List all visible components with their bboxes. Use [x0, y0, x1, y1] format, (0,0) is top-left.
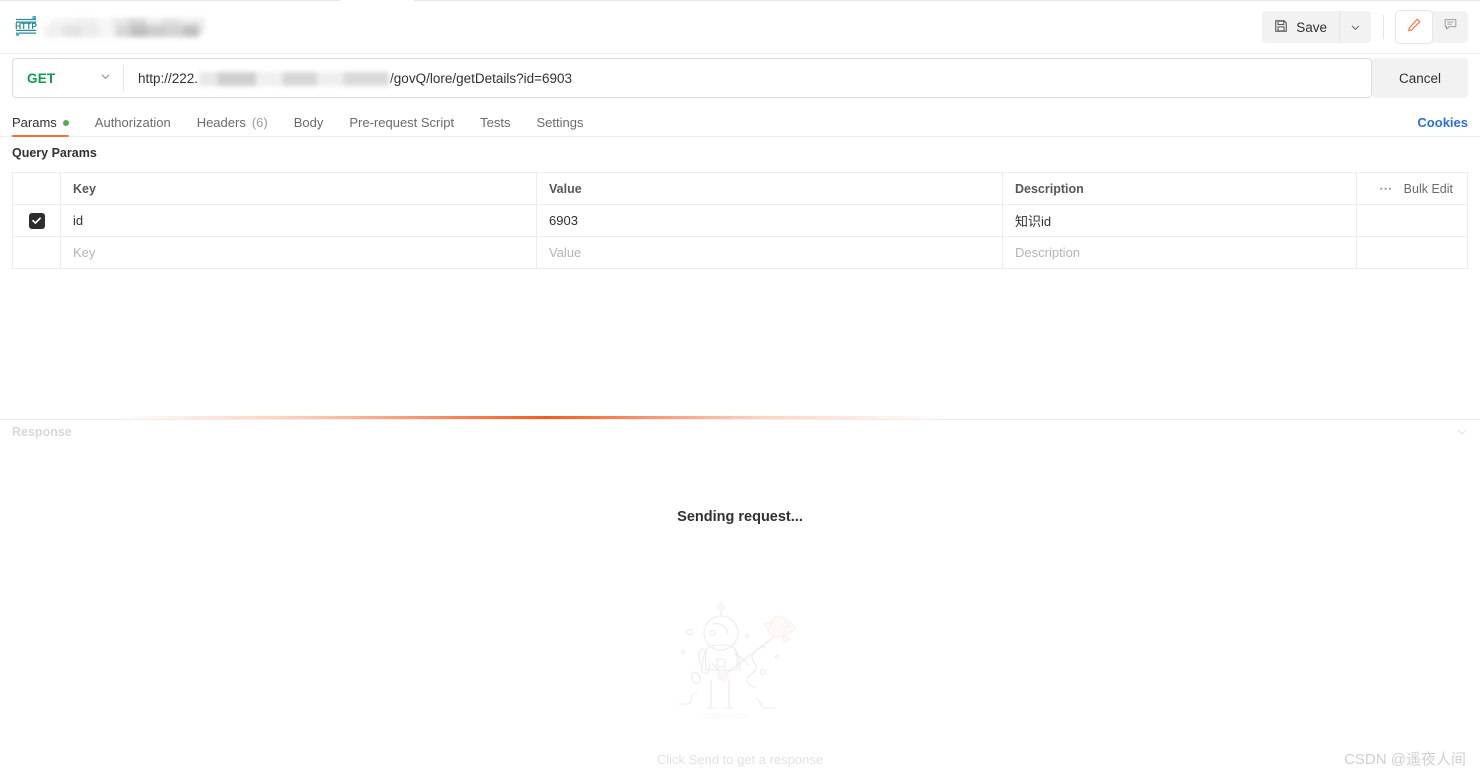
tab-pre-request-script-label: Pre-request Script [349, 115, 454, 130]
chevron-down-icon [1350, 22, 1361, 33]
row-description-input[interactable]: 知识id [1003, 205, 1357, 236]
url-bar: GET http://222. /govQ/lore/getDetails?id=… [12, 58, 1372, 98]
header-divider [1383, 15, 1384, 39]
row-tools-cell [1357, 205, 1467, 236]
save-dropdown-button[interactable] [1339, 11, 1371, 43]
url-redacted-segment [199, 72, 389, 86]
table-row[interactable]: id 6903 知识id [13, 205, 1467, 237]
check-icon [31, 215, 42, 226]
table-header-row: Key Value Description ⋯ Bulk Edit [13, 173, 1467, 205]
request-tabs: Params Authorization Headers (6) Body Pr… [12, 108, 596, 137]
cancel-button-label: Cancel [1399, 71, 1441, 86]
request-subtitle-redacted [44, 25, 199, 37]
tab-settings[interactable]: Settings [523, 108, 596, 137]
view-mode-group [1396, 11, 1468, 43]
tab-body[interactable]: Body [281, 108, 337, 137]
svg-text:HTTP: HTTP [15, 21, 37, 31]
url-prefix: http://222. [138, 71, 198, 86]
csdn-watermark: CSDN @遥夜人间 [1344, 748, 1466, 769]
cookies-link[interactable]: Cookies [1417, 108, 1468, 137]
header-actions: Save [1262, 11, 1468, 43]
tab-tests-label: Tests [480, 115, 510, 130]
request-tab-bar: Params Authorization Headers (6) Body Pr… [0, 108, 1480, 137]
pencil-icon [1406, 17, 1422, 38]
comment-icon [1443, 17, 1458, 37]
params-modified-dot-icon [63, 120, 69, 126]
tab-pre-request-script[interactable]: Pre-request Script [336, 108, 467, 137]
header-cell-description: Description [1003, 173, 1357, 204]
header-cell-value: Value [537, 173, 1003, 204]
query-params-title: Query Params [12, 146, 97, 160]
empty-row-key-input[interactable]: Key [61, 237, 537, 268]
response-empty-caption: Click Send to get a response [657, 752, 823, 767]
active-tab-underline [12, 135, 69, 137]
tab-authorization[interactable]: Authorization [82, 108, 184, 137]
tab-headers-label: Headers [197, 115, 246, 130]
http-method-label: GET [27, 71, 55, 86]
header-cell-key: Key [61, 173, 537, 204]
empty-row-tools-cell [1357, 237, 1467, 268]
tab-headers[interactable]: Headers (6) [184, 108, 281, 137]
chevron-down-icon [1456, 426, 1468, 438]
row-checkbox-cell [13, 205, 61, 236]
tab-settings-label: Settings [536, 115, 583, 130]
tab-params[interactable]: Params [12, 108, 82, 137]
cookies-link-label: Cookies [1417, 115, 1468, 130]
http-icon: HTTP [12, 14, 40, 38]
query-params-table: Key Value Description ⋯ Bulk Edit id 690… [12, 172, 1468, 269]
response-pane-label: Response [12, 425, 72, 439]
response-collapse-button[interactable] [1456, 425, 1468, 443]
save-button-label: Save [1296, 20, 1327, 35]
request-header: HTTP Save [0, 1, 1480, 54]
tab-tests[interactable]: Tests [467, 108, 523, 137]
empty-row-checkbox-cell [13, 237, 61, 268]
save-button[interactable]: Save [1262, 11, 1339, 43]
tab-body-label: Body [294, 115, 324, 130]
row-value-input[interactable]: 6903 [537, 205, 1003, 236]
tab-params-label: Params [12, 115, 57, 130]
row-enabled-checkbox[interactable] [29, 213, 45, 229]
empty-row-value-input[interactable]: Value [537, 237, 1003, 268]
postman-request-window: HTTP Save [0, 0, 1480, 777]
chevron-down-icon [100, 69, 111, 87]
http-method-select[interactable]: GET [13, 59, 123, 97]
header-cell-checkbox [13, 173, 61, 204]
response-empty-state: Click Send to get a response [0, 600, 1480, 767]
comments-button[interactable] [1432, 11, 1468, 43]
empty-row-description-input[interactable]: Description [1003, 237, 1357, 268]
bulk-edit-button[interactable]: Bulk Edit [1404, 182, 1453, 196]
ellipsis-icon[interactable]: ⋯ [1379, 181, 1394, 197]
save-button-group: Save [1262, 11, 1371, 43]
table-row-empty[interactable]: Key Value Description [13, 237, 1467, 269]
edit-mode-button[interactable] [1396, 11, 1432, 43]
floppy-disk-icon [1274, 19, 1288, 36]
response-pane-divider [0, 419, 1480, 420]
tab-headers-count: (6) [252, 115, 268, 130]
astronaut-with-rocket-kite-icon [665, 600, 815, 740]
url-suffix: /govQ/lore/getDetails?id=6903 [390, 71, 572, 86]
tab-authorization-label: Authorization [95, 115, 171, 130]
sending-request-status: Sending request... [0, 509, 1480, 525]
cancel-button[interactable]: Cancel [1372, 58, 1468, 98]
row-key-input[interactable]: id [61, 205, 537, 236]
header-cell-tools: ⋯ Bulk Edit [1357, 173, 1467, 204]
url-input[interactable]: http://222. /govQ/lore/getDetails?id=6903 [124, 59, 1371, 97]
